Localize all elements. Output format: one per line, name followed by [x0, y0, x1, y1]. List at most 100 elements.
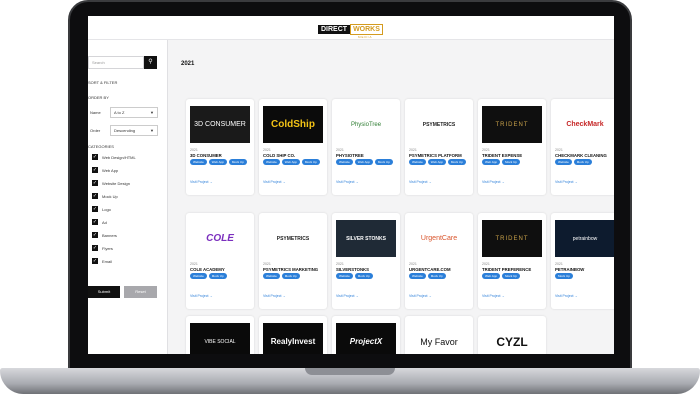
project-card[interactable]: UrgentCare 2021 URGENTCARE.COM Website Mock …	[405, 213, 473, 309]
visit-project-link[interactable]: Visit Project →	[482, 294, 505, 298]
project-tag[interactable]: Mock Up	[228, 159, 247, 165]
project-tag[interactable]: Website	[409, 159, 426, 165]
project-tag[interactable]: Mock Up	[447, 159, 466, 165]
project-tag[interactable]: Mock Up	[354, 273, 373, 279]
project-tag[interactable]: Web App	[427, 159, 446, 165]
category-checkbox[interactable]: ✓ Mock Up	[92, 193, 118, 199]
project-card[interactable]: CheckMark 2021 CHECKMARK CLEANING Website Mo…	[551, 99, 614, 195]
project-tag[interactable]: Mock Up	[427, 273, 446, 279]
project-tag[interactable]: Mock Up	[502, 273, 520, 279]
project-tag[interactable]: Website	[190, 159, 207, 165]
project-card[interactable]: PSYMETRICS 2021 PSYMETRICS MARKETING Websit…	[259, 213, 327, 309]
category-label: Logo	[102, 206, 111, 212]
project-year: 2021	[336, 148, 344, 152]
project-thumbnail[interactable]: SILVER STONKS	[336, 220, 396, 257]
checkbox-checked-icon: ✓	[92, 193, 98, 199]
project-card[interactable]: RealyInvest2021	[259, 316, 327, 354]
visit-project-link[interactable]: Visit Project →	[336, 180, 359, 184]
project-tags: Website Mock Up	[409, 273, 471, 279]
project-title: COLE ACADEMY	[190, 267, 225, 272]
project-tag[interactable]: Mock Up	[374, 159, 393, 165]
visit-project-link[interactable]: Visit Project →	[263, 294, 286, 298]
project-tag[interactable]: Mock Up	[208, 273, 227, 279]
category-checkbox[interactable]: ✓ Website Design	[92, 180, 130, 186]
category-checkbox[interactable]: ✓ Flyers	[92, 245, 113, 251]
project-thumbnail[interactable]: UrgentCare	[409, 220, 469, 257]
project-card[interactable]: TRIDENT 2021 TRIDENT EXPENSE Web App Mock Up…	[478, 99, 546, 195]
category-checkbox[interactable]: ✓ Banners	[92, 232, 117, 238]
project-tag[interactable]: Mock Up	[555, 273, 573, 279]
category-checkbox[interactable]: ✓ Logo	[92, 206, 111, 212]
project-thumbnail[interactable]: petrainbow	[555, 220, 614, 257]
category-checkbox[interactable]: ✓ Ad	[92, 219, 107, 225]
visit-project-link[interactable]: Visit Project →	[409, 294, 432, 298]
project-tag[interactable]: Website	[190, 273, 207, 279]
project-card[interactable]: 3D CONSUMER 2021 3D CONSUMER Website Web App…	[186, 99, 254, 195]
project-card[interactable]: SILVER STONKS 2021 SILVERSTONKS Website Mock…	[332, 213, 400, 309]
order-sort-select[interactable]: Descending ▼	[110, 125, 158, 136]
project-tag[interactable]: Web App	[281, 159, 300, 165]
project-title: TRIDENT EXPENSE	[482, 153, 523, 158]
project-thumbnail[interactable]: 3D CONSUMER	[190, 106, 250, 143]
project-tag[interactable]: Mock Up	[301, 159, 320, 165]
project-thumbnail[interactable]: CYZL	[482, 323, 542, 354]
project-thumbnail[interactable]: PSYMETRICS	[409, 106, 469, 143]
project-card[interactable]: My Favor2021	[405, 316, 473, 354]
project-card[interactable]: ColdShip 2021 COLD SHIP CO. Website Web App M…	[259, 99, 327, 195]
project-card[interactable]: ProjectX2021	[332, 316, 400, 354]
project-thumbnail[interactable]: My Favor	[409, 323, 469, 354]
visit-project-link[interactable]: Visit Project →	[555, 294, 578, 298]
project-tag[interactable]: Website	[409, 273, 426, 279]
search-input[interactable]: Search	[88, 56, 144, 69]
project-tag[interactable]: Web App	[482, 159, 501, 165]
project-card[interactable]: petrainbow 2021 PETRAINBOW Mock Up Visit Pro…	[551, 213, 614, 309]
project-card[interactable]: TRIDENT 2021 TRIDENT PREFERENCE Web App Mock…	[478, 213, 546, 309]
search-icon: ⚲	[148, 59, 153, 65]
category-checkbox[interactable]: ✓ Web App	[92, 167, 118, 173]
project-thumbnail[interactable]: ColdShip	[263, 106, 323, 143]
project-thumbnail[interactable]: TRIDENT	[482, 106, 542, 143]
brand-logo[interactable]: DIRECT WORKS	[318, 23, 383, 35]
project-thumbnail[interactable]: VIBE SOCIAL	[190, 323, 250, 354]
year-heading: 2021	[181, 61, 195, 67]
visit-project-link[interactable]: Visit Project →	[336, 294, 359, 298]
reset-button[interactable]: Reset	[124, 286, 157, 298]
visit-project-link[interactable]: Visit Project →	[555, 180, 578, 184]
visit-project-link[interactable]: Visit Project →	[409, 180, 432, 184]
visit-project-link[interactable]: Visit Project →	[263, 180, 286, 184]
project-title: PETRAINBOW	[555, 267, 585, 272]
name-sort-select[interactable]: A to Z ▼	[110, 107, 158, 118]
category-label: Web Design/HTML	[102, 154, 136, 160]
project-tag[interactable]: Web App	[354, 159, 373, 165]
category-checkbox[interactable]: ✓ Web Design/HTML	[92, 154, 136, 160]
visit-project-link[interactable]: Visit Project →	[190, 180, 213, 184]
project-thumbnail[interactable]: RealyInvest	[263, 323, 323, 354]
project-thumbnail[interactable]: ProjectX	[336, 323, 396, 354]
project-card[interactable]: VIBE SOCIAL2021	[186, 316, 254, 354]
visit-project-link[interactable]: Visit Project →	[482, 180, 505, 184]
project-thumbnail[interactable]: CheckMark	[555, 106, 614, 143]
search-button[interactable]: ⚲	[144, 56, 157, 69]
project-tag[interactable]: Website	[336, 159, 353, 165]
visit-project-link[interactable]: Visit Project →	[190, 294, 213, 298]
project-tag[interactable]: Website	[263, 273, 280, 279]
project-thumbnail[interactable]: TRIDENT	[482, 220, 542, 257]
project-tag[interactable]: Web App	[208, 159, 227, 165]
project-card[interactable]: COLE 2021 COLE ACADEMY Website Mock Up Visit …	[186, 213, 254, 309]
project-tag[interactable]: Mock Up	[281, 273, 300, 279]
category-checkbox[interactable]: ✓ Email	[92, 258, 112, 264]
project-tag[interactable]: Website	[336, 273, 353, 279]
project-thumbnail[interactable]: COLE	[190, 220, 250, 257]
submit-button[interactable]: Submit	[88, 286, 120, 298]
project-card[interactable]: PhysioTree 2021 PHYSIOTREE Website Web App Mo…	[332, 99, 400, 195]
project-thumbnail[interactable]: PhysioTree	[336, 106, 396, 143]
project-tag[interactable]: Website	[263, 159, 280, 165]
project-thumbnail[interactable]: PSYMETRICS	[263, 220, 323, 257]
project-tag[interactable]: Mock Up	[502, 159, 520, 165]
project-tag[interactable]: Mock Up	[573, 159, 592, 165]
project-tag[interactable]: Web App	[482, 273, 501, 279]
project-card[interactable]: PSYMETRICS 2021 PSYMETRICS PLATFORM Website…	[405, 99, 473, 195]
project-tags: Mock Up	[555, 273, 614, 279]
project-tag[interactable]: Website	[555, 159, 572, 165]
project-card[interactable]: CYZL2021	[478, 316, 546, 354]
